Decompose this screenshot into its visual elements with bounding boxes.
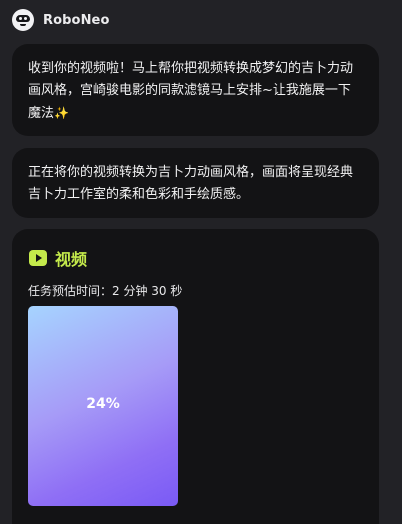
assistant-message: 正在将你的视频转换为吉卜力动画风格，画面将呈现经典吉卜力工作室的柔和色彩和手绘质…: [12, 148, 379, 218]
assistant-message: 收到你的视频啦！马上帮你把视频转换成梦幻的吉卜力动画风格，宫崎骏电影的同款滤镜马…: [12, 44, 379, 136]
video-card-header: 视频: [29, 246, 87, 270]
app-header: RoboNeo: [12, 8, 110, 32]
sparkle-icon: ✨: [54, 106, 69, 120]
roboneo-logo-icon: [12, 9, 34, 31]
video-play-icon: [29, 250, 47, 266]
video-preview[interactable]: 24%: [28, 306, 178, 506]
app-name: RoboNeo: [43, 12, 110, 28]
video-card-title: 视频: [55, 250, 88, 269]
progress-percentage: 24%: [86, 396, 120, 412]
message-text: 正在将你的视频转换为吉卜力动画风格，画面将呈现经典吉卜力工作室的柔和色彩和手绘质…: [28, 165, 354, 202]
message-text: 收到你的视频啦！马上帮你把视频转换成梦幻的吉卜力动画风格，宫崎骏电影的同款滤镜马…: [28, 61, 354, 121]
estimated-time: 任务预估时间：2 分钟 30 秒: [28, 284, 183, 298]
video-task-card: 视频 任务预估时间：2 分钟 30 秒 24%: [12, 229, 379, 524]
